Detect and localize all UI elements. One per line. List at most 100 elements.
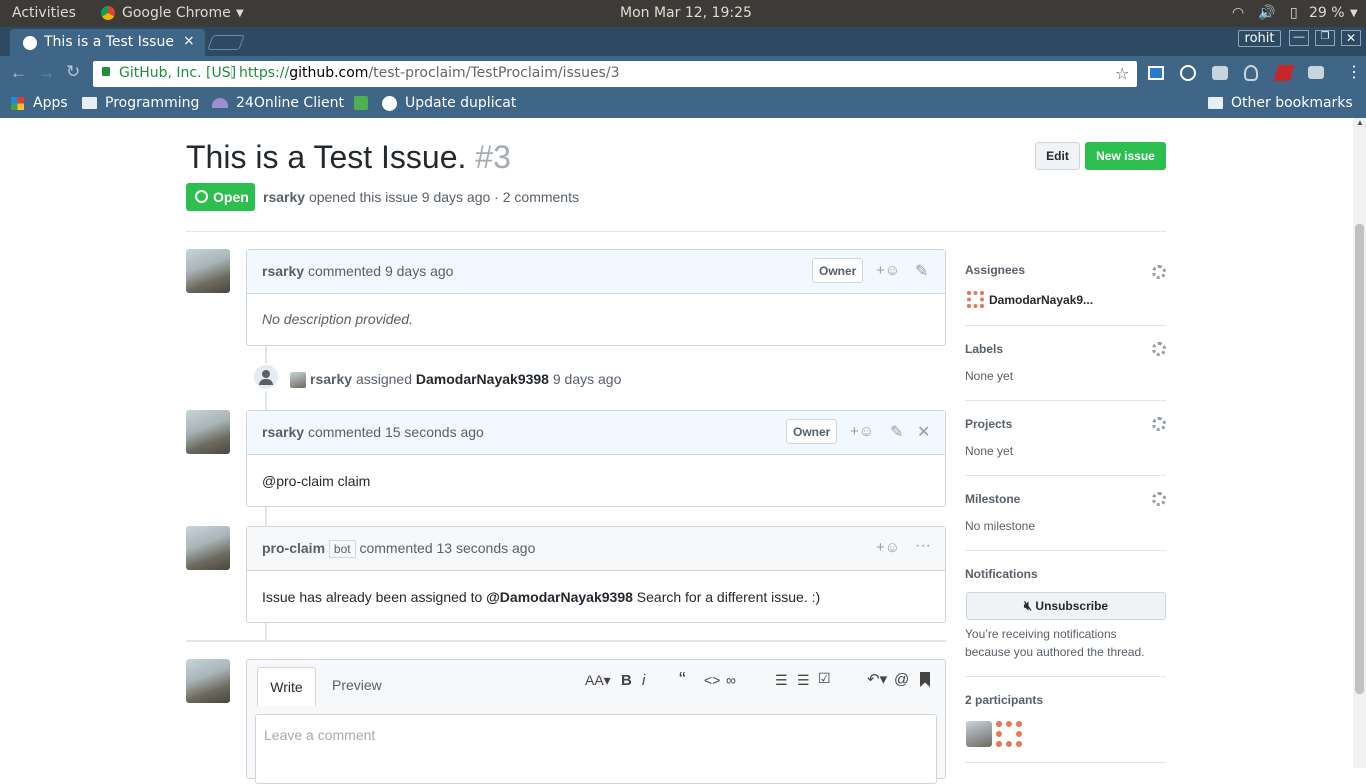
unsubscribe-button[interactable]: 🔇︎ Unsubscribe [966, 592, 1166, 620]
page-scrollbar-thumb[interactable] [1355, 224, 1364, 694]
quote-icon[interactable]: “ [679, 669, 686, 692]
battery-icon[interactable]: ▯ [1290, 5, 1298, 21]
comment-3-mention[interactable]: @DamodarNayak9398 [486, 589, 633, 605]
numbered-list-icon[interactable]: ☰ [797, 672, 810, 689]
address-bar[interactable]: GitHub, Inc. [US] | https://github.com/t… [93, 61, 1137, 87]
bookmark-24online[interactable]: 24Online Client [236, 95, 344, 111]
event-assignee[interactable]: DamodarNayak9398 [416, 371, 549, 387]
forward-arrow-icon[interactable]: → [38, 63, 55, 83]
avatar-rsarky[interactable] [186, 249, 230, 293]
edit-pencil-icon[interactable]: ✎ [915, 261, 928, 281]
projects-title[interactable]: Projects [965, 417, 1012, 431]
add-reaction-icon[interactable]: +☺ [876, 262, 900, 279]
other-bookmarks[interactable]: Other bookmarks [1231, 95, 1353, 111]
assignee-avatar[interactable] [967, 291, 984, 308]
assign-event: rsarky assigned DamodarNayak9398 9 days … [310, 371, 621, 387]
scroll-up-arrow-icon[interactable]: ▲ [1356, 118, 1364, 127]
extension-4-icon[interactable] [1244, 65, 1258, 81]
volume-icon[interactable]: 🔊 [1258, 5, 1275, 21]
link-icon[interactable]: ∞ [726, 672, 736, 688]
new-issue-button[interactable]: New issue [1085, 142, 1166, 170]
more-options-icon[interactable]: ··· [915, 537, 931, 555]
comment-2-author[interactable]: rsarky [262, 424, 304, 440]
extension-2-icon[interactable] [1180, 65, 1196, 81]
activities-button[interactable]: Activities [12, 5, 76, 21]
avatar-pro-claim[interactable] [186, 526, 230, 570]
write-tab[interactable]: Write [257, 667, 316, 706]
avatar-rsarky-2[interactable] [186, 410, 230, 454]
bookmark-green-icon[interactable] [354, 96, 368, 110]
chrome-menu-icon[interactable]: ⋮ [1346, 62, 1362, 82]
comment-3-author[interactable]: pro-claim [262, 540, 325, 556]
bot-badge: bot [328, 540, 356, 558]
saved-reply-bookmark-icon[interactable] [920, 672, 930, 687]
mention-icon[interactable]: @ [894, 671, 909, 688]
close-window-button[interactable]: ✕ [1341, 30, 1361, 46]
comment-3-time[interactable]: commented 13 seconds ago [359, 540, 535, 556]
comment-1-time[interactable]: commented 9 days ago [308, 263, 454, 279]
issue-title: This is a Test Issue. #3 [186, 139, 511, 176]
comment-1-author[interactable]: rsarky [262, 263, 304, 279]
labels-title[interactable]: Labels [965, 342, 1003, 356]
back-arrow-icon[interactable]: ← [10, 63, 27, 83]
bookmark-star-icon[interactable]: ☆ [1115, 64, 1129, 83]
participant-avatar-2[interactable] [996, 721, 1022, 747]
comment-1-body: No description provided. [262, 311, 413, 327]
profile-button[interactable]: rohit [1238, 30, 1281, 47]
avatar-current-user[interactable] [186, 659, 230, 703]
restore-button[interactable]: ❐ [1315, 30, 1335, 46]
event-time[interactable]: 9 days ago [553, 371, 622, 387]
app-menu[interactable]: Google Chrome [122, 5, 231, 21]
edit-pencil-icon-2[interactable]: ✎ [890, 422, 903, 442]
issue-opened-icon [195, 190, 208, 203]
reload-icon[interactable]: ↻ [66, 62, 80, 82]
assignees-title[interactable]: Assignees [965, 263, 1025, 277]
notifications-text-2: because you authored the thread. [965, 645, 1145, 659]
italic-icon[interactable]: i [642, 672, 645, 689]
app-menu-arrow-icon[interactable]: ▼ [236, 8, 244, 19]
tab-active[interactable]: This is a Test Issue. · × [10, 29, 205, 56]
task-list-icon[interactable]: ☑ [818, 670, 831, 687]
sidebar-divider-1 [965, 325, 1166, 326]
milestone-value: No milestone [965, 519, 1036, 533]
extension-5-icon[interactable] [1273, 65, 1295, 81]
reply-icon[interactable]: ↶▾ [867, 670, 887, 688]
projects-gear-icon[interactable] [1152, 417, 1166, 431]
clock[interactable]: Mon Mar 12, 19:25 [620, 5, 752, 21]
code-icon[interactable]: <> [704, 672, 720, 688]
minimize-button[interactable]: — [1289, 30, 1309, 46]
participant-avatar-1[interactable] [966, 721, 992, 747]
delete-x-icon[interactable]: ✕ [917, 422, 930, 442]
preview-tab[interactable]: Preview [332, 677, 382, 693]
wifi-icon[interactable]: ◠ [1232, 5, 1244, 21]
comment-2-time[interactable]: commented 15 seconds ago [308, 424, 484, 440]
tab-close-icon[interactable]: × [183, 33, 195, 49]
extension-1-icon[interactable] [1148, 66, 1164, 80]
page-scrollbar-track[interactable]: ▲ [1353, 118, 1366, 768]
bookmark-apps[interactable]: Apps [33, 95, 68, 111]
event-actor[interactable]: rsarky [310, 371, 352, 387]
avatar-small-rsarky[interactable] [290, 372, 306, 388]
text-size-icon[interactable]: AA▾ [585, 672, 611, 689]
issue-meta: rsarky opened this issue 9 days ago · 2 … [263, 189, 579, 205]
bold-icon[interactable]: B [621, 672, 632, 689]
new-tab-button[interactable] [207, 35, 245, 50]
edit-button[interactable]: Edit [1035, 142, 1080, 170]
add-reaction-icon-2[interactable]: +☺ [850, 423, 874, 440]
milestone-gear-icon[interactable] [1152, 492, 1166, 506]
system-menu-arrow-icon[interactable]: ▼ [1350, 8, 1358, 19]
comment-textarea[interactable]: Leave a comment [255, 714, 937, 784]
assignee-name[interactable]: DamodarNayak9... [989, 293, 1093, 307]
24online-icon [212, 98, 228, 108]
milestone-title[interactable]: Milestone [965, 492, 1020, 506]
extension-3-icon[interactable] [1212, 66, 1228, 80]
add-reaction-icon-3[interactable]: +☺ [876, 539, 900, 556]
bulleted-list-icon[interactable]: ☰ [775, 672, 788, 689]
labels-gear-icon[interactable] [1152, 342, 1166, 356]
bookmark-update-duplicate[interactable]: Update duplicat [405, 95, 517, 111]
issue-author-link[interactable]: rsarky [263, 189, 305, 205]
github-bookmark-icon [382, 96, 397, 111]
bookmark-programming[interactable]: Programming [105, 95, 199, 111]
extension-6-icon[interactable] [1308, 66, 1324, 79]
assignees-gear-icon[interactable] [1152, 265, 1166, 279]
